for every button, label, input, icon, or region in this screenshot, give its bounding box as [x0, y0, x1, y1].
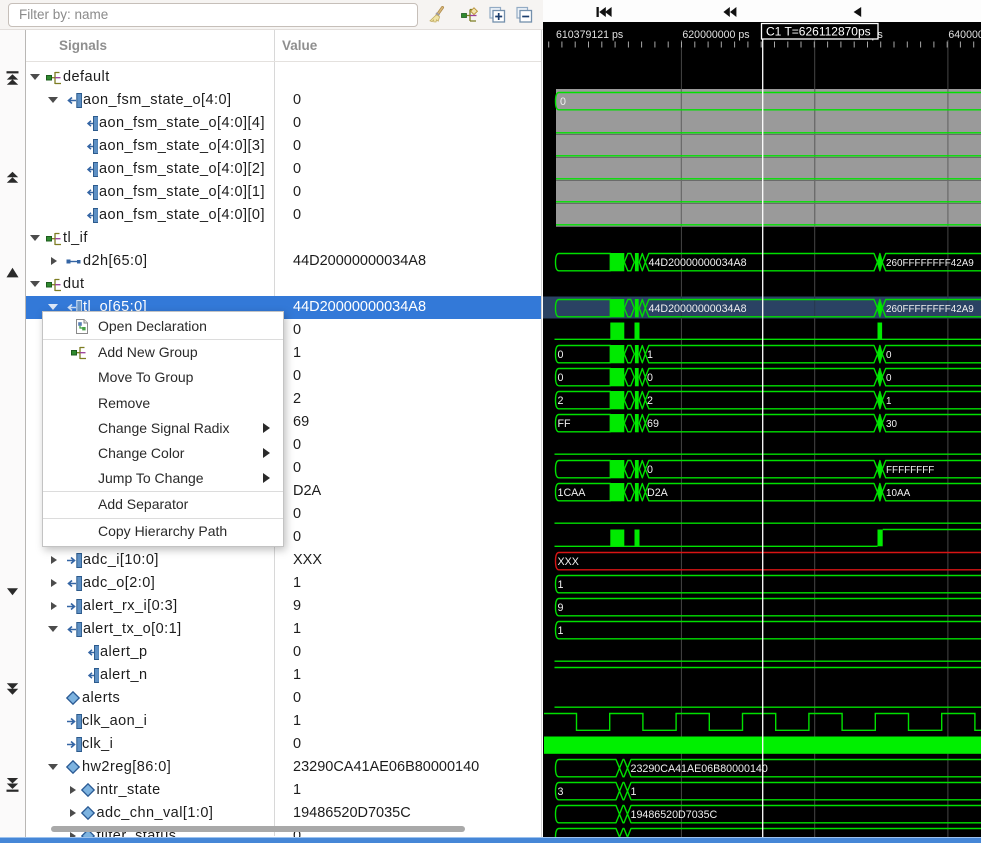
svg-text:2: 2 — [558, 395, 564, 407]
svg-text:610379121 ps: 610379121 ps — [556, 29, 623, 41]
svg-text:23290CA41AE06B80000140: 23290CA41AE06B80000140 — [631, 763, 768, 775]
svg-text:XXX: XXX — [558, 556, 579, 568]
svg-text:0: 0 — [560, 96, 566, 108]
svg-text:620000000 ps: 620000000 ps — [682, 29, 749, 41]
svg-text:640000000 ps: 640000000 ps — [948, 29, 981, 41]
svg-text:0: 0 — [647, 464, 653, 476]
svg-text:1: 1 — [558, 579, 564, 591]
svg-text:0: 0 — [647, 372, 653, 384]
svg-text:FF: FF — [558, 418, 572, 430]
svg-text:260FFFFFFFF42A9: 260FFFFFFFF42A9 — [886, 258, 974, 269]
svg-text:44D20000000034A8: 44D20000000034A8 — [649, 303, 747, 315]
svg-text:69: 69 — [647, 418, 659, 430]
svg-text:3: 3 — [558, 786, 564, 798]
svg-text:1: 1 — [886, 396, 892, 407]
svg-text:C1 T=626112870ps: C1 T=626112870ps — [766, 25, 871, 39]
svg-text:D2A: D2A — [647, 487, 669, 499]
svg-text:9: 9 — [558, 602, 564, 614]
svg-text:0: 0 — [886, 350, 892, 361]
svg-text:1: 1 — [631, 786, 637, 798]
svg-text:19486520D7035C: 19486520D7035C — [631, 809, 718, 821]
svg-text:FFFFFFFF: FFFFFFFF — [886, 465, 934, 476]
svg-text:30: 30 — [886, 419, 897, 430]
svg-text:1: 1 — [558, 625, 564, 637]
svg-text:1CAA: 1CAA — [558, 487, 587, 499]
svg-text:1: 1 — [647, 349, 653, 361]
svg-text:0: 0 — [558, 349, 564, 361]
svg-text:0: 0 — [886, 373, 892, 384]
svg-text:44D20000000034A8: 44D20000000034A8 — [649, 257, 747, 269]
svg-text:260FFFFFFFF42A9: 260FFFFFFFF42A9 — [886, 304, 974, 315]
svg-text:10AA: 10AA — [886, 488, 911, 499]
svg-text:0: 0 — [558, 372, 564, 384]
svg-text:2: 2 — [647, 395, 653, 407]
